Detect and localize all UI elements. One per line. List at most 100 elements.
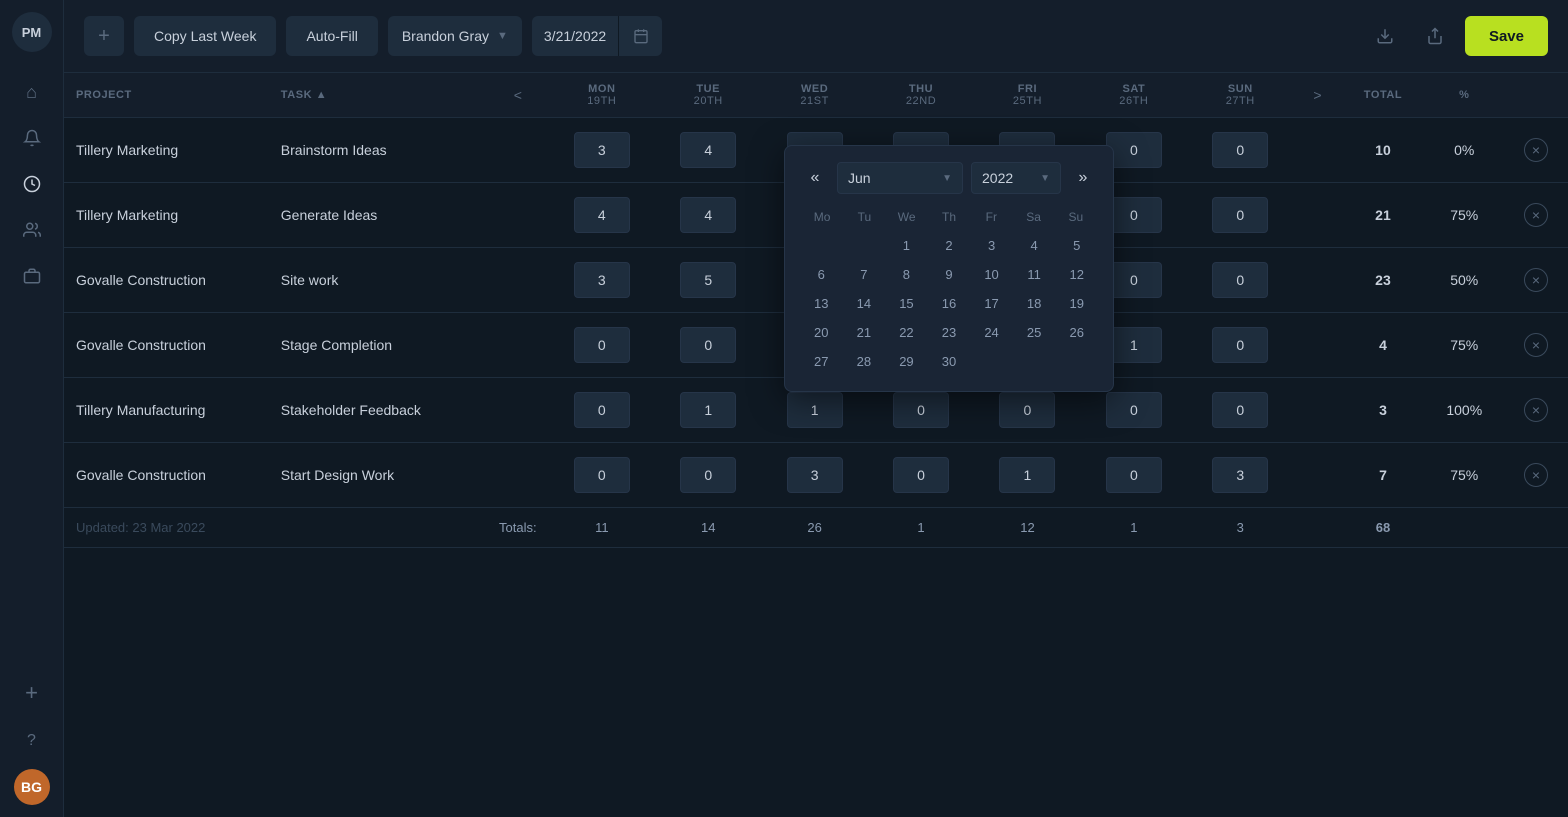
calendar-day[interactable]: 1 <box>886 232 927 259</box>
calendar-day[interactable]: 17 <box>971 290 1012 317</box>
tue-input[interactable]: 0 <box>680 327 736 363</box>
remove-row-button[interactable]: × <box>1524 138 1548 162</box>
sun-input[interactable]: 0 <box>1212 392 1268 428</box>
sidebar: PM ⌂ + ? BG <box>0 0 64 817</box>
month-select[interactable]: Jun ▼ <box>837 162 963 194</box>
calendar-day[interactable]: 2 <box>929 232 970 259</box>
sat-input[interactable]: 1 <box>1106 327 1162 363</box>
copy-last-week-button[interactable]: Copy Last Week <box>134 16 276 56</box>
calendar-day[interactable]: 26 <box>1056 319 1097 346</box>
calendar-day[interactable]: 25 <box>1014 319 1055 346</box>
week-next-button[interactable]: > <box>1305 83 1329 107</box>
thu-input[interactable]: 0 <box>893 457 949 493</box>
calendar-day[interactable]: 29 <box>886 348 927 375</box>
calendar-day[interactable]: 10 <box>971 261 1012 288</box>
tue-input[interactable]: 5 <box>680 262 736 298</box>
calendar-day[interactable]: 20 <box>801 319 842 346</box>
sun-cell: 3 <box>1187 443 1293 508</box>
sidebar-item-add[interactable]: + <box>12 673 52 713</box>
sidebar-item-time[interactable] <box>12 164 52 204</box>
sun-input[interactable]: 0 <box>1212 327 1268 363</box>
wed-input[interactable]: 1 <box>787 392 843 428</box>
sun-input[interactable]: 0 <box>1212 262 1268 298</box>
wed-input[interactable]: 3 <box>787 457 843 493</box>
calendar-day[interactable]: 7 <box>844 261 885 288</box>
calendar-day[interactable]: 9 <box>929 261 970 288</box>
date-input[interactable]: 3/21/2022 <box>532 16 618 56</box>
sidebar-item-help[interactable]: ? <box>12 721 52 761</box>
total-cell: 3 <box>1341 378 1424 443</box>
remove-row-button[interactable]: × <box>1524 398 1548 422</box>
week-prev-button[interactable]: < <box>506 83 530 107</box>
mon-input[interactable]: 4 <box>574 197 630 233</box>
sun-input[interactable]: 0 <box>1212 197 1268 233</box>
calendar-button[interactable] <box>618 16 662 56</box>
sun-input[interactable]: 3 <box>1212 457 1268 493</box>
calendar-day[interactable]: 23 <box>929 319 970 346</box>
fri-input[interactable]: 0 <box>999 392 1055 428</box>
mon-input[interactable]: 0 <box>574 327 630 363</box>
calendar-day[interactable]: 3 <box>971 232 1012 259</box>
calendar-day[interactable]: 12 <box>1056 261 1097 288</box>
mon-input[interactable]: 3 <box>574 132 630 168</box>
remove-row-button[interactable]: × <box>1524 203 1548 227</box>
calendar-day[interactable]: 13 <box>801 290 842 317</box>
calendar-next-button[interactable]: » <box>1069 164 1097 192</box>
sidebar-item-home[interactable]: ⌂ <box>12 72 52 112</box>
year-select[interactable]: 2022 ▼ <box>971 162 1061 194</box>
calendar-day[interactable]: 19 <box>1056 290 1097 317</box>
total-sat-cell: 1 <box>1081 508 1187 548</box>
calendar-day[interactable]: 30 <box>929 348 970 375</box>
plus-icon: + <box>98 25 110 48</box>
task-cell: Start Design Work <box>269 443 487 508</box>
sidebar-item-people[interactable] <box>12 210 52 250</box>
calendar-day[interactable]: 4 <box>1014 232 1055 259</box>
share-button[interactable] <box>1415 16 1455 56</box>
user-dropdown[interactable]: Brandon Gray ▼ <box>388 16 522 56</box>
calendar-prev-button[interactable]: « <box>801 164 829 192</box>
nav-spacer-cell <box>487 183 549 248</box>
calendar-day[interactable]: 15 <box>886 290 927 317</box>
download-button[interactable] <box>1365 16 1405 56</box>
calendar-day <box>971 348 1012 375</box>
sun-input[interactable]: 0 <box>1212 132 1268 168</box>
user-label: Brandon Gray <box>402 28 489 44</box>
calendar-day[interactable]: 24 <box>971 319 1012 346</box>
sat-input[interactable]: 0 <box>1106 392 1162 428</box>
remove-row-button[interactable]: × <box>1524 333 1548 357</box>
add-button[interactable]: + <box>84 16 124 56</box>
calendar-day[interactable]: 11 <box>1014 261 1055 288</box>
tue-input[interactable]: 0 <box>680 457 736 493</box>
sidebar-item-notifications[interactable] <box>12 118 52 158</box>
avatar[interactable]: BG <box>14 769 50 805</box>
mon-input[interactable]: 3 <box>574 262 630 298</box>
calendar-day[interactable]: 18 <box>1014 290 1055 317</box>
tue-input[interactable]: 4 <box>680 197 736 233</box>
project-cell: Govalle Construction <box>64 313 269 378</box>
thu-input[interactable]: 0 <box>893 392 949 428</box>
tue-input[interactable]: 1 <box>680 392 736 428</box>
remove-row-button[interactable]: × <box>1524 463 1548 487</box>
sat-input[interactable]: 0 <box>1106 197 1162 233</box>
auto-fill-button[interactable]: Auto-Fill <box>286 16 377 56</box>
fri-input[interactable]: 1 <box>999 457 1055 493</box>
tue-input[interactable]: 4 <box>680 132 736 168</box>
calendar-day[interactable]: 28 <box>844 348 885 375</box>
sidebar-item-projects[interactable] <box>12 256 52 296</box>
mon-input[interactable]: 0 <box>574 457 630 493</box>
sat-input[interactable]: 0 <box>1106 457 1162 493</box>
remove-row-button[interactable]: × <box>1524 268 1548 292</box>
sat-input[interactable]: 0 <box>1106 132 1162 168</box>
total-cell: 21 <box>1341 183 1424 248</box>
sat-input[interactable]: 0 <box>1106 262 1162 298</box>
calendar-day[interactable]: 22 <box>886 319 927 346</box>
calendar-day[interactable]: 16 <box>929 290 970 317</box>
calendar-day[interactable]: 8 <box>886 261 927 288</box>
calendar-day[interactable]: 14 <box>844 290 885 317</box>
calendar-day[interactable]: 5 <box>1056 232 1097 259</box>
save-button[interactable]: Save <box>1465 16 1548 56</box>
mon-input[interactable]: 0 <box>574 392 630 428</box>
calendar-day[interactable]: 27 <box>801 348 842 375</box>
calendar-day[interactable]: 6 <box>801 261 842 288</box>
calendar-day[interactable]: 21 <box>844 319 885 346</box>
